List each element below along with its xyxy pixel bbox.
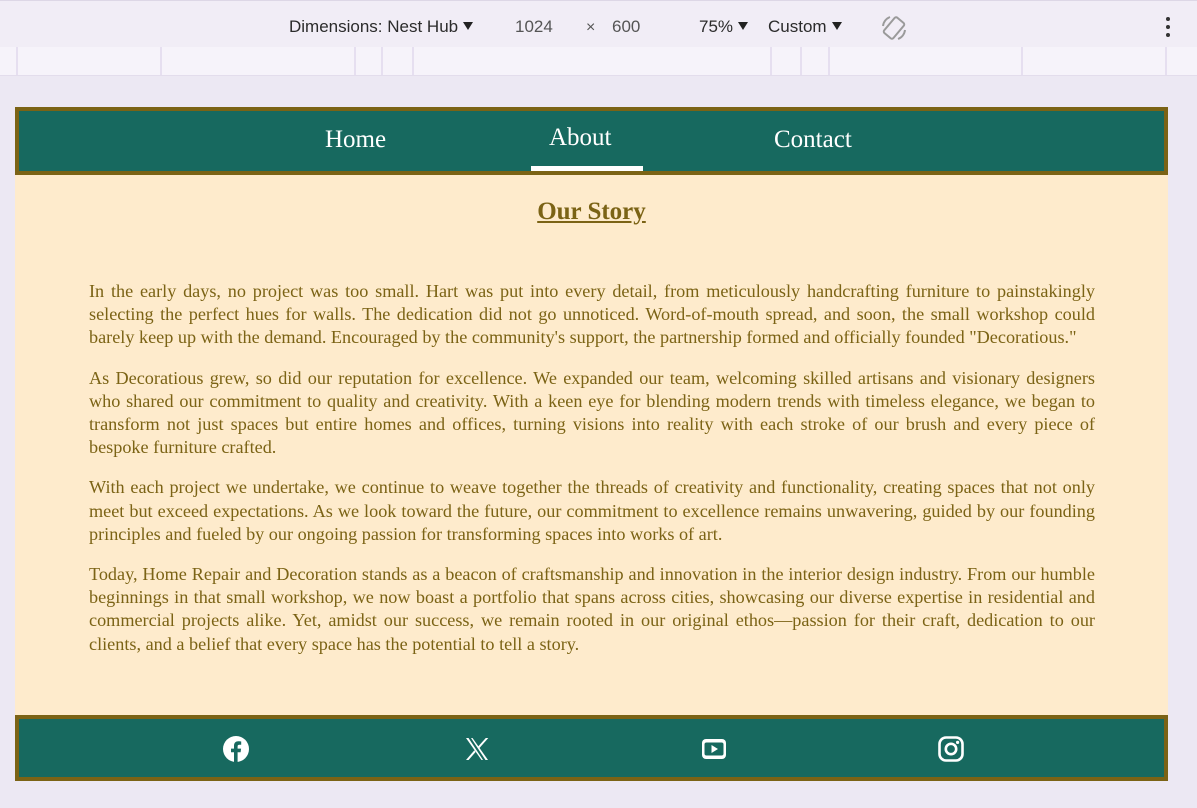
more-options-icon[interactable] bbox=[1166, 17, 1172, 37]
nav-contact-link[interactable]: Contact bbox=[774, 126, 852, 154]
caret-down-icon bbox=[831, 22, 842, 30]
caret-down-icon bbox=[738, 22, 749, 30]
caret-down-icon bbox=[463, 22, 474, 30]
active-tab-underline bbox=[531, 166, 643, 171]
story-paragraph: As Decoratious grew, so did our reputati… bbox=[89, 367, 1095, 458]
main-navigation: Home About Contact bbox=[15, 107, 1168, 175]
story-paragraph: In the early days, no project was too sm… bbox=[89, 281, 1095, 348]
footer bbox=[15, 715, 1168, 781]
throttle-label: Custom bbox=[768, 17, 827, 36]
media-query-ruler bbox=[0, 47, 1197, 76]
instagram-icon[interactable] bbox=[937, 735, 965, 763]
devtools-device-toolbar: Dimensions: Nest Hub 1024 × 600 75% Cust… bbox=[0, 0, 1197, 47]
facebook-icon[interactable] bbox=[222, 735, 250, 763]
page-title: Our Story bbox=[537, 198, 646, 225]
zoom-dropdown[interactable]: 75% bbox=[699, 17, 749, 37]
height-input[interactable]: 600 bbox=[612, 17, 640, 37]
dimensions-dropdown[interactable]: Dimensions: Nest Hub bbox=[289, 17, 474, 37]
device-viewport: Home About Contact Our Story In the earl… bbox=[15, 107, 1168, 781]
story-paragraph: With each project we undertake, we conti… bbox=[89, 477, 1095, 544]
story-paragraph: Today, Home Repair and Decoration stands… bbox=[89, 564, 1095, 654]
throttle-dropdown[interactable]: Custom bbox=[768, 17, 842, 37]
dimensions-label: Dimensions: Nest Hub bbox=[289, 17, 459, 36]
youtube-icon[interactable] bbox=[700, 735, 728, 763]
times-icon: × bbox=[586, 19, 596, 36]
nav-home-link[interactable]: Home bbox=[325, 126, 386, 154]
zoom-label: 75% bbox=[699, 17, 734, 36]
nav-about-link[interactable]: About bbox=[549, 124, 612, 152]
x-icon[interactable] bbox=[463, 735, 491, 763]
story-body: In the early days, no project was too sm… bbox=[89, 280, 1095, 673]
rotate-icon[interactable] bbox=[880, 14, 908, 42]
width-input[interactable]: 1024 bbox=[515, 17, 553, 37]
